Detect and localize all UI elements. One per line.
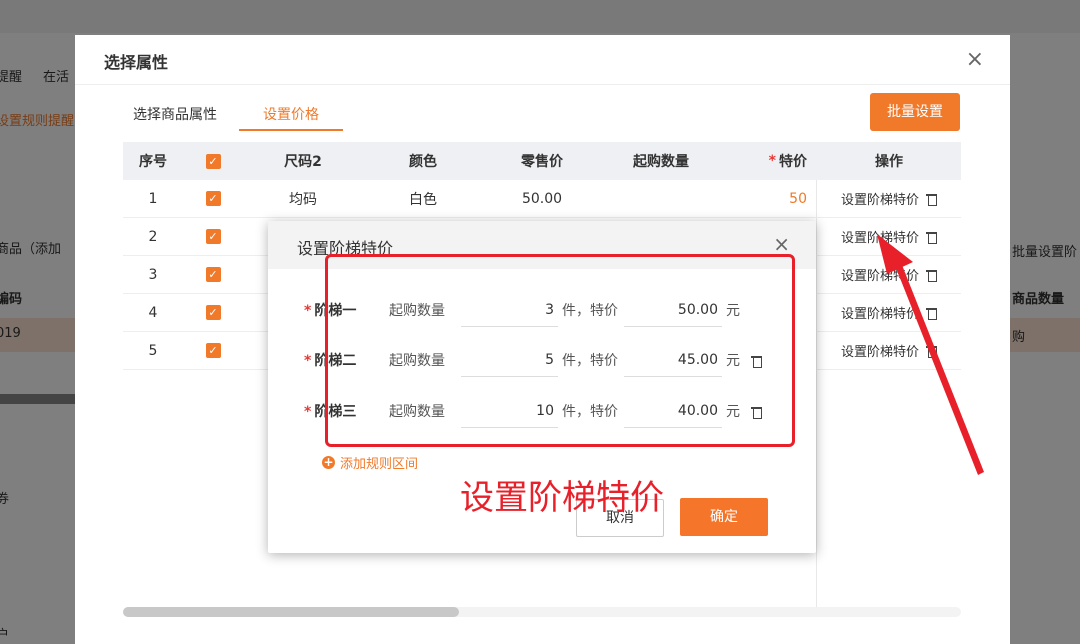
annotation-arrow — [877, 234, 984, 475]
